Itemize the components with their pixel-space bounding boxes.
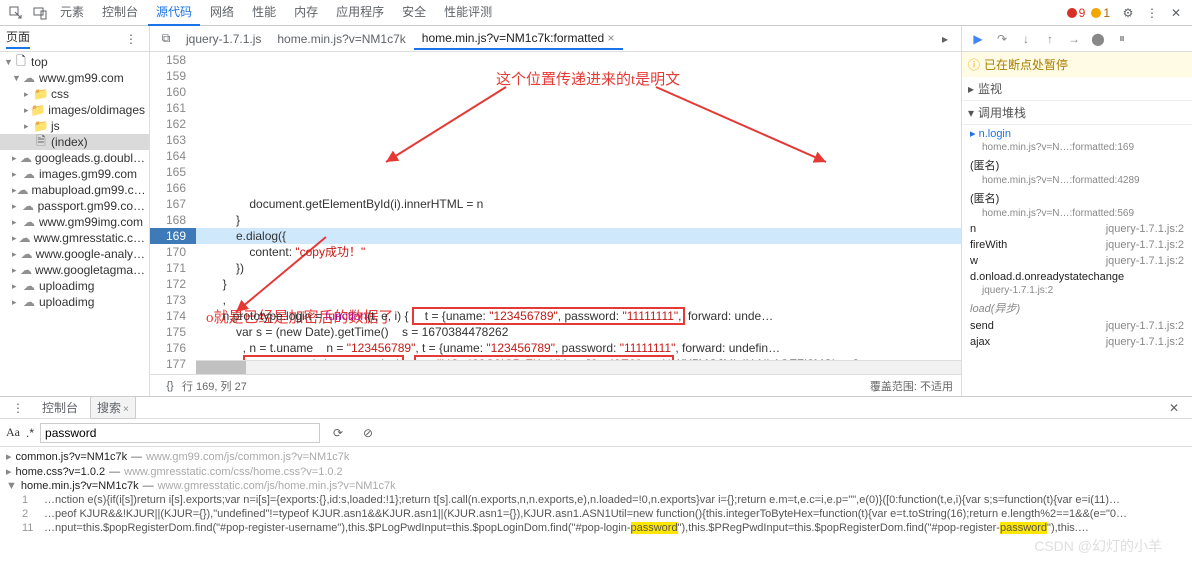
tab-performance[interactable]: 性能 bbox=[244, 0, 284, 26]
tab-elements[interactable]: 元素 bbox=[52, 0, 92, 26]
result-file[interactable]: ▸ home.css?v=1.0.2 — www.gmresstatic.com… bbox=[6, 464, 1186, 479]
stack-frame[interactable]: (匿名) bbox=[962, 188, 1192, 208]
stack-frame[interactable]: ▸ n.login bbox=[962, 125, 1192, 142]
tree-item[interactable]: ▸☁www.gm99img.com bbox=[0, 214, 149, 230]
regex-toggle[interactable]: .* bbox=[26, 426, 34, 440]
panel-tabs: 元素 控制台 源代码 网络 性能 内存 应用程序 安全 性能评测 bbox=[52, 0, 500, 26]
result-line[interactable]: 1…nction e(s){if(i[s])return i[s].export… bbox=[6, 493, 1186, 507]
tab-security[interactable]: 安全 bbox=[394, 0, 434, 26]
stack-frame[interactable]: sendjquery-1.7.1.js:2 bbox=[962, 318, 1192, 334]
search-input[interactable] bbox=[40, 423, 320, 443]
step-over-icon[interactable]: ↷ bbox=[994, 31, 1010, 47]
tree-item[interactable]: ▼☁www.gm99.com bbox=[0, 70, 149, 86]
tree-item[interactable]: 🗎(index) bbox=[0, 134, 149, 150]
stack-frame[interactable]: (匿名) bbox=[962, 155, 1192, 175]
file-tab[interactable]: home.min.js?v=NM1c7k bbox=[269, 29, 413, 49]
search-results[interactable]: ▸ common.js?v=NM1c7k — www.gm99.com/js/c… bbox=[0, 447, 1192, 551]
drawer-more-icon[interactable]: ⋮ bbox=[10, 400, 26, 416]
code-editor[interactable]: 1581591601611621631641651661671681691701… bbox=[150, 52, 961, 374]
tree-item[interactable]: ▸☁passport.gm99.co… bbox=[0, 198, 149, 214]
result-file[interactable]: ▸ common.js?v=NM1c7k — www.gm99.com/js/c… bbox=[6, 449, 1186, 464]
file-tree[interactable]: ▼🗋top ▼☁www.gm99.com▸📁css▸📁images/oldima… bbox=[0, 52, 149, 396]
tree-item[interactable]: ▸☁googleads.g.doubl… bbox=[0, 150, 149, 166]
stack-frame[interactable]: wjquery-1.7.1.js:2 bbox=[962, 253, 1192, 269]
tree-item[interactable]: ▸☁mabupload.gm99.c… bbox=[0, 182, 149, 198]
more-icon[interactable]: ⋮ bbox=[1144, 5, 1160, 21]
tab-sources[interactable]: 源代码 bbox=[148, 0, 200, 26]
stack-frame[interactable]: fireWithjquery-1.7.1.js:2 bbox=[962, 237, 1192, 253]
drawer-tab-search[interactable]: 搜索× bbox=[90, 396, 136, 419]
tab-console[interactable]: 控制台 bbox=[94, 0, 146, 26]
case-toggle[interactable]: Aa bbox=[6, 425, 20, 440]
tree-item[interactable]: ▸📁images/oldimages bbox=[0, 102, 149, 118]
settings-icon[interactable]: ⚙ bbox=[1120, 5, 1136, 21]
warn-badge[interactable]: 1 bbox=[1091, 6, 1110, 20]
watch-header[interactable]: ▸监视 bbox=[962, 77, 1192, 101]
tree-item[interactable]: ▸📁css bbox=[0, 86, 149, 102]
tree-item[interactable]: ▸☁www.google-analy… bbox=[0, 246, 149, 262]
tree-item[interactable]: ▸☁images.gm99.com bbox=[0, 166, 149, 182]
stack-frame[interactable]: d.onload.d.onreadystatechange bbox=[962, 269, 1192, 285]
file-tabs: ⧉ jquery-1.7.1.js home.min.js?v=NM1c7k h… bbox=[150, 26, 961, 52]
tab-audit[interactable]: 性能评测 bbox=[436, 0, 500, 26]
device-icon[interactable] bbox=[32, 5, 48, 21]
search-bar: Aa .* ⟳ ⊘ bbox=[0, 419, 1192, 447]
more-icon[interactable]: ⋮ bbox=[123, 31, 139, 47]
drawer-close-icon[interactable]: ✕ bbox=[1166, 400, 1182, 416]
result-line[interactable]: 2…peof KJUR&&!KJUR||(KJUR={}),"undefined… bbox=[6, 507, 1186, 521]
editor-panel: ⧉ jquery-1.7.1.js home.min.js?v=NM1c7k h… bbox=[150, 26, 962, 396]
resume-icon[interactable]: ▶ bbox=[970, 31, 986, 47]
step-into-icon[interactable]: ↓ bbox=[1018, 31, 1034, 47]
call-stack[interactable]: ▸ n.loginhome.min.js?v=N…:formatted:169(… bbox=[962, 125, 1192, 396]
drawer-panel: ⋮ 控制台 搜索× ✕ Aa .* ⟳ ⊘ ▸ common.js?v=NM1c… bbox=[0, 396, 1192, 551]
file-tab[interactable]: home.min.js?v=NM1c7k:formatted × bbox=[414, 28, 623, 50]
result-line[interactable]: 11…nput=this.$popRegisterDom.find("#pop-… bbox=[6, 521, 1186, 535]
tree-root[interactable]: ▼🗋top bbox=[0, 54, 149, 70]
callstack-header[interactable]: ▾调用堆栈 bbox=[962, 101, 1192, 125]
tree-item[interactable]: ▸📁js bbox=[0, 118, 149, 134]
clear-icon[interactable]: ⊘ bbox=[360, 425, 376, 441]
tab-memory[interactable]: 内存 bbox=[286, 0, 326, 26]
error-badge[interactable]: 9 bbox=[1067, 6, 1086, 20]
result-file[interactable]: ▼ home.min.js?v=NM1c7k — www.gmresstatic… bbox=[6, 479, 1186, 493]
tab-network[interactable]: 网络 bbox=[202, 0, 242, 26]
tab-application[interactable]: 应用程序 bbox=[328, 0, 392, 26]
cursor-position: 行 169, 列 27 bbox=[182, 378, 247, 394]
tree-item[interactable]: ▸☁www.gmresstatic.c… bbox=[0, 230, 149, 246]
navigator-panel: 页面 ⋮ ▼🗋top ▼☁www.gm99.com▸📁css▸📁images/o… bbox=[0, 26, 150, 396]
editor-status: {} 行 169, 列 27 覆盖范围: 不适用 bbox=[150, 374, 961, 396]
navigator-tab[interactable]: 页面 bbox=[6, 28, 30, 49]
step-out-icon[interactable]: ↑ bbox=[1042, 31, 1058, 47]
debugger-toolbar: ▶ ↷ ↓ ↑ → ⬤ ⏸ bbox=[962, 26, 1192, 52]
stack-frame[interactable]: njquery-1.7.1.js:2 bbox=[962, 221, 1192, 237]
main-toolbar: 元素 控制台 源代码 网络 性能 内存 应用程序 安全 性能评测 9 1 ⚙ ⋮… bbox=[0, 0, 1192, 26]
close-icon[interactable]: ✕ bbox=[1168, 5, 1184, 21]
refresh-icon[interactable]: ⟳ bbox=[330, 425, 346, 441]
step-icon[interactable]: → bbox=[1066, 31, 1082, 47]
more-files-icon[interactable]: ▸ bbox=[937, 31, 953, 47]
format-icon[interactable]: {} bbox=[162, 378, 178, 394]
file-tab[interactable]: jquery-1.7.1.js bbox=[178, 29, 269, 49]
coverage-status: 覆盖范围: 不适用 bbox=[870, 378, 953, 394]
deactivate-bp-icon[interactable]: ⬤ bbox=[1090, 31, 1106, 47]
pause-banner: ⓘ已在断点处暂停 bbox=[962, 52, 1192, 77]
tree-item[interactable]: ▸☁www.googletagma… bbox=[0, 262, 149, 278]
inspect-icon[interactable] bbox=[8, 5, 24, 21]
h-scrollbar[interactable] bbox=[196, 360, 961, 374]
debugger-panel: ▶ ↷ ↓ ↑ → ⬤ ⏸ ⓘ已在断点处暂停 ▸监视 ▾调用堆栈 ▸ n.log… bbox=[962, 26, 1192, 396]
annotation-text: 这个位置传递进来的t是明文 bbox=[496, 72, 680, 88]
drawer-tab-console[interactable]: 控制台 bbox=[36, 397, 84, 418]
stack-frame[interactable]: ajaxjquery-1.7.1.js:2 bbox=[962, 334, 1192, 350]
tree-item[interactable]: ▸☁uploadimg bbox=[0, 294, 149, 310]
pause-exc-icon[interactable]: ⏸ bbox=[1114, 31, 1130, 47]
nav-icon[interactable]: ⧉ bbox=[158, 31, 174, 47]
tree-item[interactable]: ▸☁uploadimg bbox=[0, 278, 149, 294]
